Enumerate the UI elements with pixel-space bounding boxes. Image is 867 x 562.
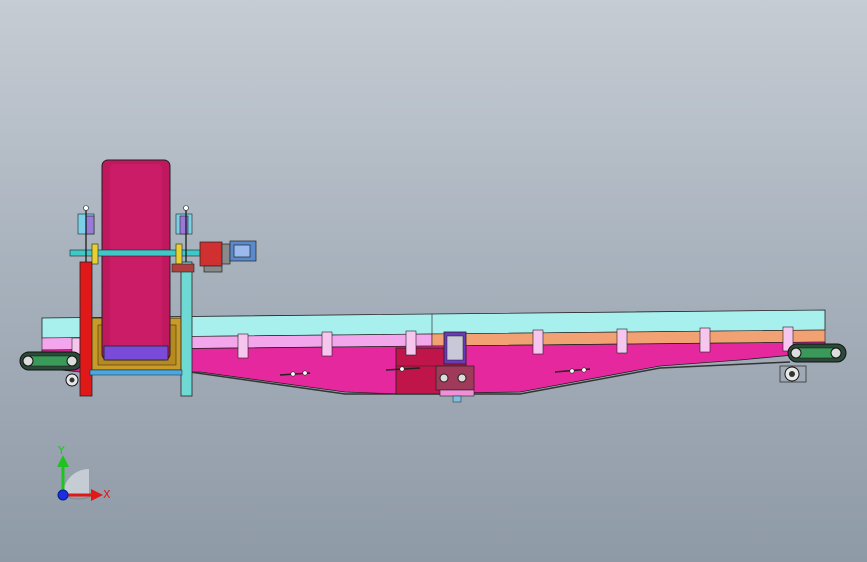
x-axis-label: X [103,488,111,501]
right-track-unit[interactable] [779,343,847,383]
drum-motor-base [103,345,169,361]
z-axis-dot [57,489,69,501]
right-support-post [180,261,193,397]
cad-viewport[interactable]: Y X [0,0,867,562]
conveyor-assembly-model[interactable]: Y X [0,0,867,562]
left-support-post [79,261,93,397]
left-track-unit[interactable] [19,351,83,387]
coordinate-triad: Y X [57,444,111,501]
y-axis-label: Y [57,444,65,457]
drum-gearmotor [199,240,257,273]
